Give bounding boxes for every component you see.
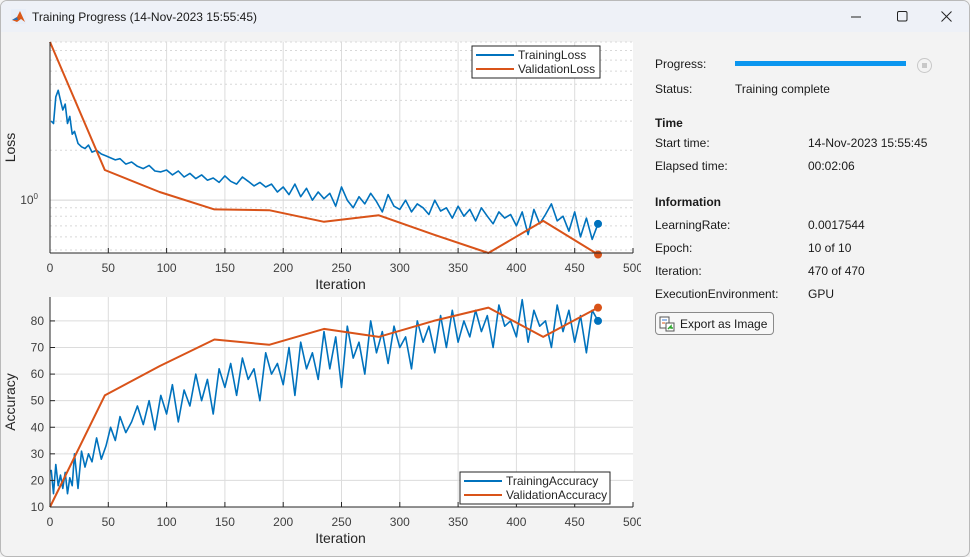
learning-rate-label: LearningRate:	[655, 218, 731, 232]
y-tick-label: 20	[31, 473, 45, 487]
x-tick-label: 200	[273, 261, 293, 275]
legend-label: TrainingLoss	[518, 48, 586, 62]
status-value: Training complete	[735, 82, 830, 96]
iteration-label: Iteration:	[655, 264, 702, 278]
training-loss-endpoint	[594, 219, 603, 228]
y-axis-label: Loss	[2, 133, 18, 163]
loss-chart: 0 50 100 150 200 250 300 350 400 450 500 100 Iterati…	[2, 41, 641, 292]
epoch-label: Epoch:	[655, 241, 693, 255]
x-tick-label: 350	[448, 515, 468, 529]
minimize-button[interactable]	[833, 1, 879, 32]
export-image-icon	[659, 316, 675, 331]
x-tick-label: 150	[215, 261, 235, 275]
legend-label: ValidationAccuracy	[506, 488, 607, 502]
minimize-icon	[851, 16, 861, 17]
x-axis-label: Iteration	[315, 276, 366, 292]
x-tick-label: 450	[565, 261, 585, 275]
training-accuracy-endpoint	[594, 316, 603, 325]
training-progress-window: Training Progress (14-Nov-2023 15:55:45)…	[0, 0, 970, 557]
y-tick-label: 60	[31, 367, 45, 381]
execution-environment-label: ExecutionEnvironment:	[655, 287, 779, 301]
x-tick-label: 400	[506, 515, 526, 529]
y-tick-label: 40	[31, 420, 45, 434]
accuracy-chart: 0 50 100 150 200 250 300 350 400 450 500 10 20 30 40 50…	[2, 297, 641, 546]
time-heading: Time	[655, 116, 683, 130]
matlab-logo-icon	[11, 9, 26, 24]
x-tick-label: 250	[331, 261, 351, 275]
x-tick-label: 100	[157, 515, 177, 529]
x-tick-label: 350	[448, 261, 468, 275]
export-button-label: Export as Image	[680, 316, 768, 331]
iteration-value: 470 of 470	[808, 264, 865, 278]
information-heading: Information	[655, 195, 721, 209]
y-tick-label: 80	[31, 314, 45, 328]
info-panel: Progress: Status: Training complete Time…	[655, 32, 965, 552]
legend: TrainingAccuracyValidationAccuracy	[459, 471, 611, 505]
y-tick-label: 100	[20, 192, 38, 207]
x-tick-label: 500	[623, 261, 641, 275]
title-bar: Training Progress (14-Nov-2023 15:55:45)	[1, 1, 969, 32]
stop-button[interactable]	[917, 58, 932, 73]
start-time-label: Start time:	[655, 136, 710, 150]
validation-loss-endpoint	[594, 250, 603, 259]
start-time-value: 14-Nov-2023 15:55:45	[808, 136, 928, 150]
x-tick-label: 0	[47, 515, 54, 529]
x-tick-label: 300	[390, 261, 410, 275]
maximize-icon	[896, 11, 907, 22]
x-tick-label: 400	[506, 261, 526, 275]
x-tick-label: 450	[565, 515, 585, 529]
progress-label: Progress:	[655, 57, 707, 71]
x-axis-label: Iteration	[315, 530, 366, 546]
elapsed-time-value: 00:02:06	[808, 159, 855, 173]
epoch-value: 10 of 10	[808, 241, 852, 255]
x-tick-label: 100	[157, 261, 177, 275]
x-tick-label: 200	[273, 515, 293, 529]
y-tick-exponent: 0	[34, 192, 39, 201]
progress-bar-fill	[735, 61, 906, 66]
y-tick-label: 50	[31, 394, 45, 408]
x-tick-label: 300	[390, 515, 410, 529]
elapsed-time-label: Elapsed time:	[655, 159, 728, 173]
execution-environment-value: GPU	[808, 287, 835, 301]
validation-accuracy-endpoint	[594, 303, 603, 312]
learning-rate-value: 0.0017544	[808, 218, 865, 232]
maximize-button[interactable]	[879, 1, 925, 32]
legend-label: TrainingAccuracy	[506, 474, 598, 488]
training-plots: 050100150200250300350400450500100Iterati…	[2, 41, 641, 546]
x-tick-label: 0	[47, 261, 54, 275]
window-title: Training Progress (14-Nov-2023 15:55:45)	[32, 10, 258, 24]
y-tick-label: 10	[31, 500, 45, 514]
close-icon	[940, 11, 952, 22]
x-tick-label: 500	[623, 515, 641, 529]
y-axis-label: Accuracy	[2, 373, 18, 431]
stop-icon	[922, 63, 927, 68]
close-button[interactable]	[923, 1, 969, 32]
legend-label: ValidationLoss	[518, 62, 595, 76]
export-as-image-button[interactable]: Export as Image	[655, 312, 775, 335]
status-label: Status:	[655, 82, 693, 96]
x-tick-label: 250	[331, 515, 351, 529]
y-tick-label: 30	[31, 447, 45, 461]
x-tick-label: 50	[102, 261, 116, 275]
y-tick-label: 70	[31, 341, 45, 355]
x-tick-label: 150	[215, 515, 235, 529]
x-tick-label: 50	[102, 515, 116, 529]
legend: TrainingLossValidationLoss	[471, 45, 601, 79]
progress-bar	[735, 61, 906, 66]
